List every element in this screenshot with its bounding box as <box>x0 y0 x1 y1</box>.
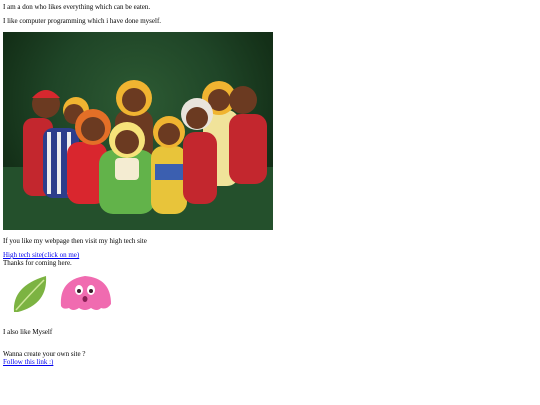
green-leaf-icon <box>10 272 50 316</box>
intro-line-2: I like computer programming which i have… <box>3 17 162 25</box>
follow-link[interactable]: Follow this link :) <box>3 358 53 366</box>
thanks-text: Thanks for coming here. <box>3 259 72 267</box>
intro-line-1: I am a don who likes everything which ca… <box>3 3 151 11</box>
blob-pupil-left <box>77 289 81 293</box>
doll-white-hair <box>181 98 217 204</box>
pink-blob-creature-icon <box>57 272 114 312</box>
doll-yellow-dress <box>151 116 187 214</box>
blob-pupil-right <box>89 289 93 293</box>
doll-back-3 <box>229 86 267 184</box>
blob-body <box>60 276 111 310</box>
photo-illustration <box>3 80 273 230</box>
also-like-text: I also like Myself <box>3 328 53 336</box>
gingerbread-dolls-photo <box>3 32 273 230</box>
hightech-text: If you like my webpage then visit my hig… <box>3 237 147 245</box>
create-site-text: Wanna create your own site ? <box>3 350 86 358</box>
hightech-link[interactable]: High tech site(click on me) <box>3 251 79 259</box>
blob-mouth <box>82 296 88 302</box>
